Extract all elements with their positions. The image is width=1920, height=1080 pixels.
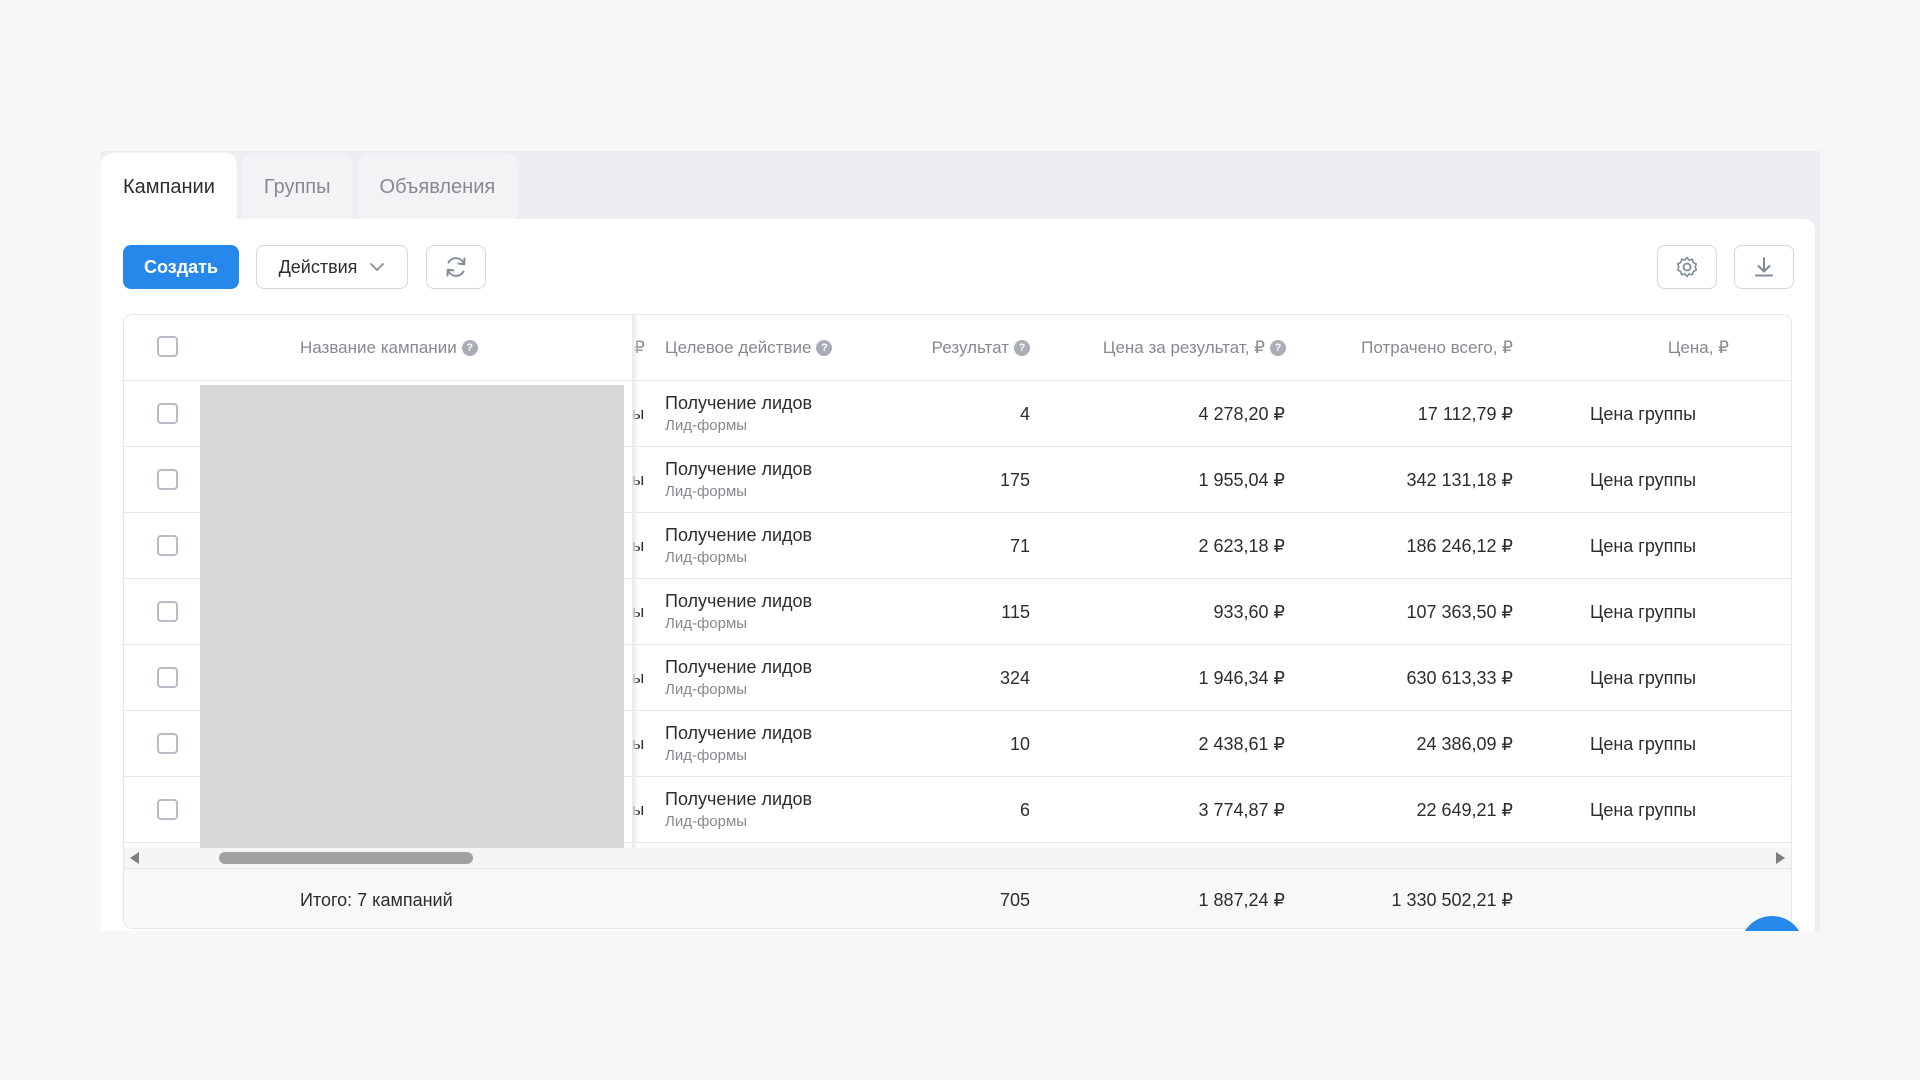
header-result[interactable]: Результат ? — [844, 315, 1030, 381]
gear-icon — [1676, 256, 1698, 278]
price-per-result-cell: 1 946,34 ₽ — [1198, 667, 1285, 688]
header-label: Цена за результат, ₽ — [1102, 338, 1265, 357]
chevron-down-icon — [370, 263, 385, 271]
price-per-result-cell: 3 774,87 ₽ — [1198, 799, 1285, 820]
header-price-per-result[interactable]: Цена за результат, ₽ ? — [1024, 315, 1286, 381]
target-action-sub: Лид-формы — [665, 549, 748, 566]
price-per-result-cell: 933,60 ₽ — [1213, 601, 1285, 622]
target-action-sub: Лид-формы — [665, 747, 748, 764]
target-action: Получение лидов — [665, 789, 813, 809]
toolbar: Создать Действия — [123, 245, 1794, 289]
total-spent: 1 330 502,21 ₽ — [1391, 889, 1513, 910]
price-per-result-cell: 2 623,18 ₽ — [1198, 535, 1285, 556]
settings-button[interactable] — [1657, 245, 1717, 289]
create-button[interactable]: Создать — [123, 245, 239, 289]
redacted-campaign-names — [200, 385, 624, 848]
refresh-icon — [446, 257, 466, 277]
price-cell[interactable]: Цена группы — [1590, 447, 1750, 513]
spent-total-cell: 107 363,50 ₽ — [1406, 601, 1513, 622]
target-action-sub: Лид-формы — [665, 681, 748, 698]
download-button[interactable] — [1734, 245, 1794, 289]
result-cell: 6 — [1019, 799, 1030, 820]
target-action: Получение лидов — [665, 459, 813, 479]
spent-total-cell: 24 386,09 ₽ — [1416, 733, 1513, 754]
result-cell: 115 — [1001, 601, 1030, 622]
scroll-left-arrow-icon[interactable] — [130, 852, 139, 864]
total-result: 705 — [999, 889, 1030, 910]
row-checkbox[interactable] — [157, 667, 178, 688]
target-action: Получение лидов — [665, 723, 813, 743]
scroll-right-arrow-icon[interactable] — [1776, 852, 1785, 864]
target-action-sub: Лид-формы — [665, 483, 748, 500]
target-action: Получение лидов — [665, 525, 813, 545]
spent-total-cell: 22 649,21 ₽ — [1416, 799, 1513, 820]
header-label: Результат — [931, 338, 1009, 357]
header-label: Название кампании — [300, 338, 457, 357]
total-label: Итого: 7 кампаний — [300, 889, 453, 910]
header-campaign-name[interactable]: Название кампании ? — [300, 315, 600, 381]
result-cell: 4 — [1019, 403, 1030, 424]
row-checkbox[interactable] — [157, 799, 178, 820]
header-label: Цена, ₽ — [1667, 338, 1729, 357]
download-icon — [1755, 257, 1773, 277]
target-action: Получение лидов — [665, 591, 813, 611]
table-header: Название кампании ? ₽ Целевое действие ?… — [124, 315, 1791, 381]
price-cell[interactable]: Цена группы — [1590, 381, 1750, 447]
price-per-result-cell: 1 955,04 ₽ — [1198, 469, 1285, 490]
tab-campaigns[interactable]: Кампании — [101, 153, 237, 221]
row-checkbox[interactable] — [157, 601, 178, 622]
result-cell: 10 — [1009, 733, 1030, 754]
spent-total-cell: 342 131,18 ₽ — [1406, 469, 1513, 490]
total-price-per-result: 1 887,24 ₽ — [1198, 889, 1285, 910]
horizontal-scrollbar[interactable] — [124, 848, 1791, 868]
header-price[interactable]: Цена, ₽ — [1524, 315, 1729, 381]
target-action-sub: Лид-формы — [665, 813, 748, 830]
target-action-sub: Лид-формы — [665, 615, 748, 632]
spent-total-cell: 630 613,33 ₽ — [1406, 667, 1513, 688]
price-cell[interactable]: Цена группы — [1590, 579, 1750, 645]
tab-groups[interactable]: Группы — [241, 153, 353, 221]
header-spent-total[interactable]: Потрачено всего, ₽ — [1284, 315, 1513, 381]
row-checkbox[interactable] — [157, 403, 178, 424]
campaigns-panel: Кампании Группы Объявления Создать Дейст… — [101, 151, 1820, 931]
target-action: Получение лидов — [665, 657, 813, 677]
result-cell: 175 — [999, 469, 1030, 490]
price-cell[interactable]: Цена группы — [1590, 777, 1750, 843]
table-footer: Итого: 7 кампаний 705 1 887,24 ₽ 1 330 5… — [124, 868, 1791, 928]
campaigns-table: Название кампании ? ₽ Целевое действие ?… — [123, 314, 1792, 929]
price-cell[interactable]: Цена группы — [1590, 513, 1750, 579]
row-checkbox[interactable] — [157, 469, 178, 490]
question-icon[interactable]: ? — [816, 340, 833, 356]
header-label: Потрачено всего, ₽ — [1361, 338, 1513, 357]
tab-ads[interactable]: Объявления — [357, 153, 518, 221]
actions-label: Действия — [278, 256, 358, 277]
price-cell[interactable]: Цена группы — [1590, 645, 1750, 711]
content-card: Создать Действия Название кампании ? ₽ Ц… — [101, 219, 1815, 931]
row-checkbox[interactable] — [157, 733, 178, 754]
select-all-checkbox[interactable] — [157, 336, 178, 357]
price-cell[interactable]: Цена группы — [1590, 711, 1750, 777]
actions-dropdown[interactable]: Действия — [256, 245, 408, 289]
result-cell: 324 — [999, 667, 1030, 688]
question-icon[interactable]: ? — [461, 340, 478, 356]
price-per-result-cell: 4 278,20 ₽ — [1198, 403, 1285, 424]
header-label: Целевое действие — [665, 338, 812, 357]
sticky-column-shadow — [632, 315, 639, 849]
target-action: Получение лидов — [665, 393, 813, 413]
row-checkbox[interactable] — [157, 535, 178, 556]
spent-total-cell: 186 246,12 ₽ — [1406, 535, 1513, 556]
price-per-result-cell: 2 438,61 ₽ — [1198, 733, 1285, 754]
refresh-button[interactable] — [426, 245, 486, 289]
tab-bar: Кампании Группы Объявления — [101, 153, 518, 221]
spent-total-cell: 17 112,79 ₽ — [1417, 403, 1513, 424]
target-action-sub: Лид-формы — [665, 417, 748, 434]
scroll-thumb[interactable] — [219, 852, 473, 864]
result-cell: 71 — [1009, 535, 1030, 556]
